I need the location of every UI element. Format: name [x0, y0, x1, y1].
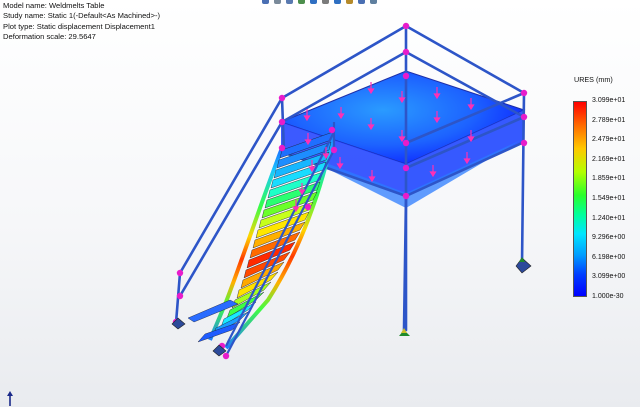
legend-value-label: 2.479e+01 — [592, 136, 626, 144]
study-info-block: Model name: Weldmelts Table Study name: … — [3, 1, 160, 43]
legend-value-label: 1.000e-30 — [592, 293, 624, 300]
apply-scene-icon[interactable] — [358, 0, 365, 4]
axis-triad-icon — [7, 391, 13, 406]
plot-type-text: Plot type: Static displacement Displacem… — [3, 21, 155, 31]
legend-value-label: 1.549e+01 — [592, 195, 626, 202]
graphics-viewport[interactable] — [0, 0, 640, 407]
edit-appearance-icon[interactable] — [346, 0, 353, 4]
mesh-node-marker — [402, 22, 410, 30]
study-name-text: Study name: Static 1(-Default<As Machine… — [3, 11, 161, 21]
mesh-node-marker — [278, 144, 286, 152]
mesh-node-marker — [520, 113, 528, 121]
mesh-node-marker — [402, 192, 410, 200]
zoom-area-icon[interactable] — [274, 0, 281, 4]
mesh-node-marker — [176, 269, 184, 277]
hide-show-icon[interactable] — [334, 0, 341, 4]
legend-value-label: 2.789e+01 — [592, 116, 626, 124]
deformation-scale-text: Deformation scale: 29.5647 — [3, 32, 96, 42]
section-view-icon[interactable] — [298, 0, 305, 4]
view-orientation-icon[interactable] — [310, 0, 317, 4]
legend-value-label: 6.198e+00 — [592, 253, 626, 261]
legend-value-label: 9.296e+00 — [592, 234, 626, 242]
mesh-node-marker — [402, 48, 410, 56]
mesh-node-marker — [176, 292, 184, 300]
mesh-node-marker — [402, 139, 410, 147]
mesh-node-marker — [520, 139, 528, 147]
result-legend[interactable]: URES (mm) 3.099e+01 2.789e+01 2.479e+01 2.1… — [568, 74, 638, 304]
mesh-node-marker — [222, 352, 230, 360]
legend-value-label: 1.240e+01 — [592, 214, 626, 222]
mesh-node-marker — [278, 94, 286, 102]
legend-value-label: 2.169e+01 — [592, 155, 626, 163]
mesh-node-marker — [520, 89, 528, 97]
model-name-text: Model name: Weldmelts Table — [3, 1, 105, 10]
heads-up-view-toolbar[interactable] — [262, 0, 377, 5]
legend-color-bar — [573, 101, 587, 297]
mesh-node-marker — [278, 118, 286, 126]
mesh-node-marker — [402, 72, 410, 80]
legend-value-label: 3.099e+00 — [592, 273, 626, 281]
display-style-icon[interactable] — [322, 0, 329, 4]
view-settings-icon[interactable] — [370, 0, 377, 4]
mesh-node-marker — [304, 203, 312, 211]
legend-title: URES (mm) — [574, 75, 613, 84]
mesh-node-marker — [330, 146, 338, 154]
legend-value-label: 3.099e+01 — [592, 97, 626, 104]
previous-view-icon[interactable] — [286, 0, 293, 4]
mesh-node-marker — [402, 164, 410, 172]
mesh-node-marker — [328, 126, 336, 134]
zoom-to-fit-icon[interactable] — [262, 0, 269, 4]
legend-value-label: 1.859e+01 — [592, 175, 626, 183]
